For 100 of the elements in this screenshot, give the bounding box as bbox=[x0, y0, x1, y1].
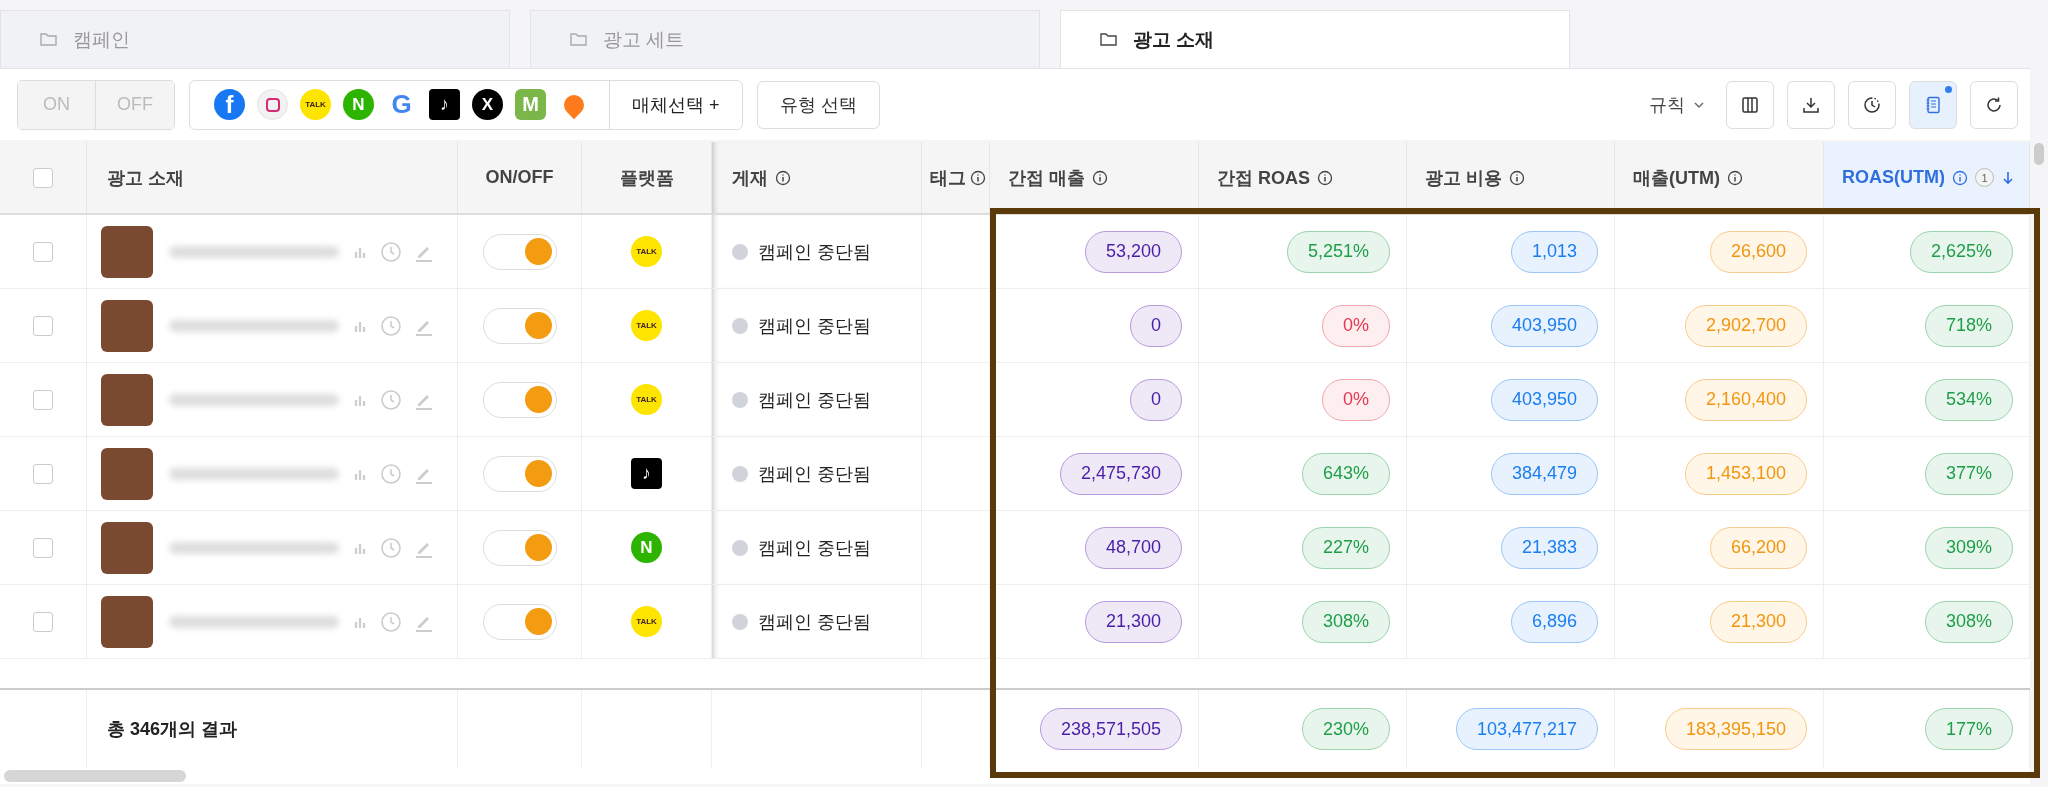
tiktok-logo[interactable]: ♪ bbox=[429, 89, 460, 120]
photo-placeholder bbox=[101, 521, 153, 574]
toggle-switch[interactable] bbox=[482, 233, 557, 270]
sort-rank-badge: 1 bbox=[1975, 168, 1994, 187]
column-header[interactable]: 플랫폼 bbox=[582, 142, 712, 213]
value-pill: 309% bbox=[1924, 526, 2013, 569]
toggle-switch[interactable] bbox=[482, 603, 557, 640]
status-text: 캠페인 중단됨 bbox=[758, 536, 871, 560]
column-header[interactable]: 광고 소재 bbox=[87, 142, 458, 213]
value-pill: 21,300 bbox=[1709, 600, 1807, 643]
status-text: 캠페인 중단됨 bbox=[758, 388, 871, 412]
value-pill: 183,395,150 bbox=[1664, 708, 1807, 750]
row-checkbox[interactable] bbox=[33, 537, 53, 558]
value-pill: 2,475,730 bbox=[1059, 452, 1182, 495]
value-pill: 26,600 bbox=[1709, 230, 1807, 273]
value-pill: 403,950 bbox=[1490, 304, 1598, 347]
row-checkbox[interactable] bbox=[33, 611, 53, 632]
value-pill: 377% bbox=[1924, 452, 2013, 495]
value-pill: 66,200 bbox=[1709, 526, 1807, 569]
value-pill: 1,013 bbox=[1510, 230, 1598, 273]
value-pill: 0% bbox=[1322, 304, 1390, 347]
value-pill: 227% bbox=[1301, 526, 1390, 569]
sort-arrow-icon bbox=[2001, 169, 2015, 186]
value-pill: 2,160,400 bbox=[1684, 378, 1807, 421]
naver-logo: N bbox=[631, 532, 662, 563]
value-pill: 5,251% bbox=[1286, 230, 1390, 273]
kakaotalk-logo: TALK bbox=[631, 236, 662, 267]
photo-placeholder bbox=[101, 299, 153, 352]
notification-dot bbox=[1945, 85, 1952, 93]
columns-icon bbox=[1740, 94, 1760, 115]
tiktok-logo: ♪ bbox=[631, 458, 662, 489]
kakaotalk-logo: TALK bbox=[631, 606, 662, 637]
column-header[interactable]: ON/OFF bbox=[458, 142, 582, 213]
clock-icon bbox=[379, 313, 403, 338]
value-pill: 21,383 bbox=[1500, 526, 1598, 569]
value-pill: 718% bbox=[1924, 304, 2013, 347]
facebook-logo[interactable]: f bbox=[214, 89, 245, 120]
media-select-button[interactable]: 매체선택 + bbox=[609, 80, 742, 129]
scrollbar-thumb[interactable] bbox=[4, 770, 186, 782]
column-header[interactable]: 광고 비용 bbox=[1407, 142, 1615, 213]
scrollbar-thumb[interactable] bbox=[2034, 143, 2044, 165]
clock-icon bbox=[379, 387, 403, 412]
value-pill: 53,200 bbox=[1084, 230, 1182, 273]
result-count: 총 346개의 결과 bbox=[107, 718, 238, 741]
instagram-logo[interactable] bbox=[257, 89, 288, 120]
value-pill: 238,571,505 bbox=[1039, 708, 1182, 750]
column-header[interactable]: 간접 매출 bbox=[990, 142, 1199, 213]
value-pill: 0 bbox=[1130, 304, 1182, 347]
value-pill: 0 bbox=[1130, 378, 1182, 421]
value-pill: 2,625% bbox=[1909, 230, 2013, 273]
value-pill: 308% bbox=[1301, 600, 1390, 643]
row-checkbox[interactable] bbox=[33, 463, 53, 484]
status-dot bbox=[732, 613, 748, 630]
tab[interactable]: 광고 소재 bbox=[1060, 10, 1570, 68]
status-dot bbox=[732, 243, 748, 260]
toolbar-button[interactable] bbox=[1787, 80, 1835, 129]
toggle-switch[interactable] bbox=[482, 307, 557, 344]
value-pill: 21,300 bbox=[1084, 600, 1182, 643]
value-pill: 230% bbox=[1301, 708, 1390, 750]
status-text: 캠페인 중단됨 bbox=[758, 610, 871, 634]
clock-icon bbox=[379, 461, 403, 486]
toggle-switch[interactable] bbox=[482, 455, 557, 492]
status-text: 캠페인 중단됨 bbox=[758, 314, 871, 338]
type-select-button[interactable]: 유형 선택 bbox=[756, 80, 880, 129]
toolbar-button[interactable] bbox=[1970, 80, 2018, 129]
value-pill: 643% bbox=[1301, 452, 1390, 495]
value-pill: 403,950 bbox=[1490, 378, 1598, 421]
toggle-switch[interactable] bbox=[482, 529, 557, 566]
value-pill: 2,902,700 bbox=[1684, 304, 1807, 347]
photo-placeholder bbox=[101, 373, 153, 426]
select-all-checkbox[interactable] bbox=[33, 167, 53, 188]
toolbar-button[interactable] bbox=[1848, 80, 1896, 129]
column-header[interactable]: 태그 bbox=[922, 142, 990, 213]
status-dot bbox=[732, 391, 748, 408]
toolbar-button[interactable] bbox=[1726, 80, 1774, 129]
clock-icon bbox=[379, 535, 403, 560]
row-checkbox[interactable] bbox=[33, 241, 53, 262]
kakaotalk-logo: TALK bbox=[631, 310, 662, 341]
status-dot bbox=[732, 539, 748, 556]
row-checkbox[interactable] bbox=[33, 389, 53, 410]
photo-placeholder bbox=[101, 595, 153, 648]
photo-placeholder bbox=[101, 447, 153, 500]
value-pill: 534% bbox=[1924, 378, 2013, 421]
kakaotalk-logo[interactable]: TALK bbox=[300, 89, 331, 120]
rule-dropdown[interactable]: 규칙 bbox=[1643, 91, 1711, 118]
status-text: 캠페인 중단됨 bbox=[758, 462, 871, 486]
toggle-switch[interactable] bbox=[482, 381, 557, 418]
toolbar-button[interactable] bbox=[1909, 80, 1957, 129]
x-logo[interactable]: X bbox=[472, 89, 503, 120]
row-checkbox[interactable] bbox=[33, 315, 53, 336]
status-text: 캠페인 중단됨 bbox=[758, 240, 871, 264]
clock-icon bbox=[1862, 94, 1882, 115]
status-dot bbox=[732, 465, 748, 482]
value-pill: 48,700 bbox=[1084, 526, 1182, 569]
status-dot bbox=[732, 317, 748, 334]
photo-placeholder bbox=[101, 225, 153, 278]
column-header[interactable]: 간접 ROAS bbox=[1199, 142, 1407, 213]
value-pill: 177% bbox=[1924, 708, 2013, 750]
column-header[interactable]: 게재 bbox=[712, 142, 922, 213]
clock-icon bbox=[379, 239, 403, 264]
